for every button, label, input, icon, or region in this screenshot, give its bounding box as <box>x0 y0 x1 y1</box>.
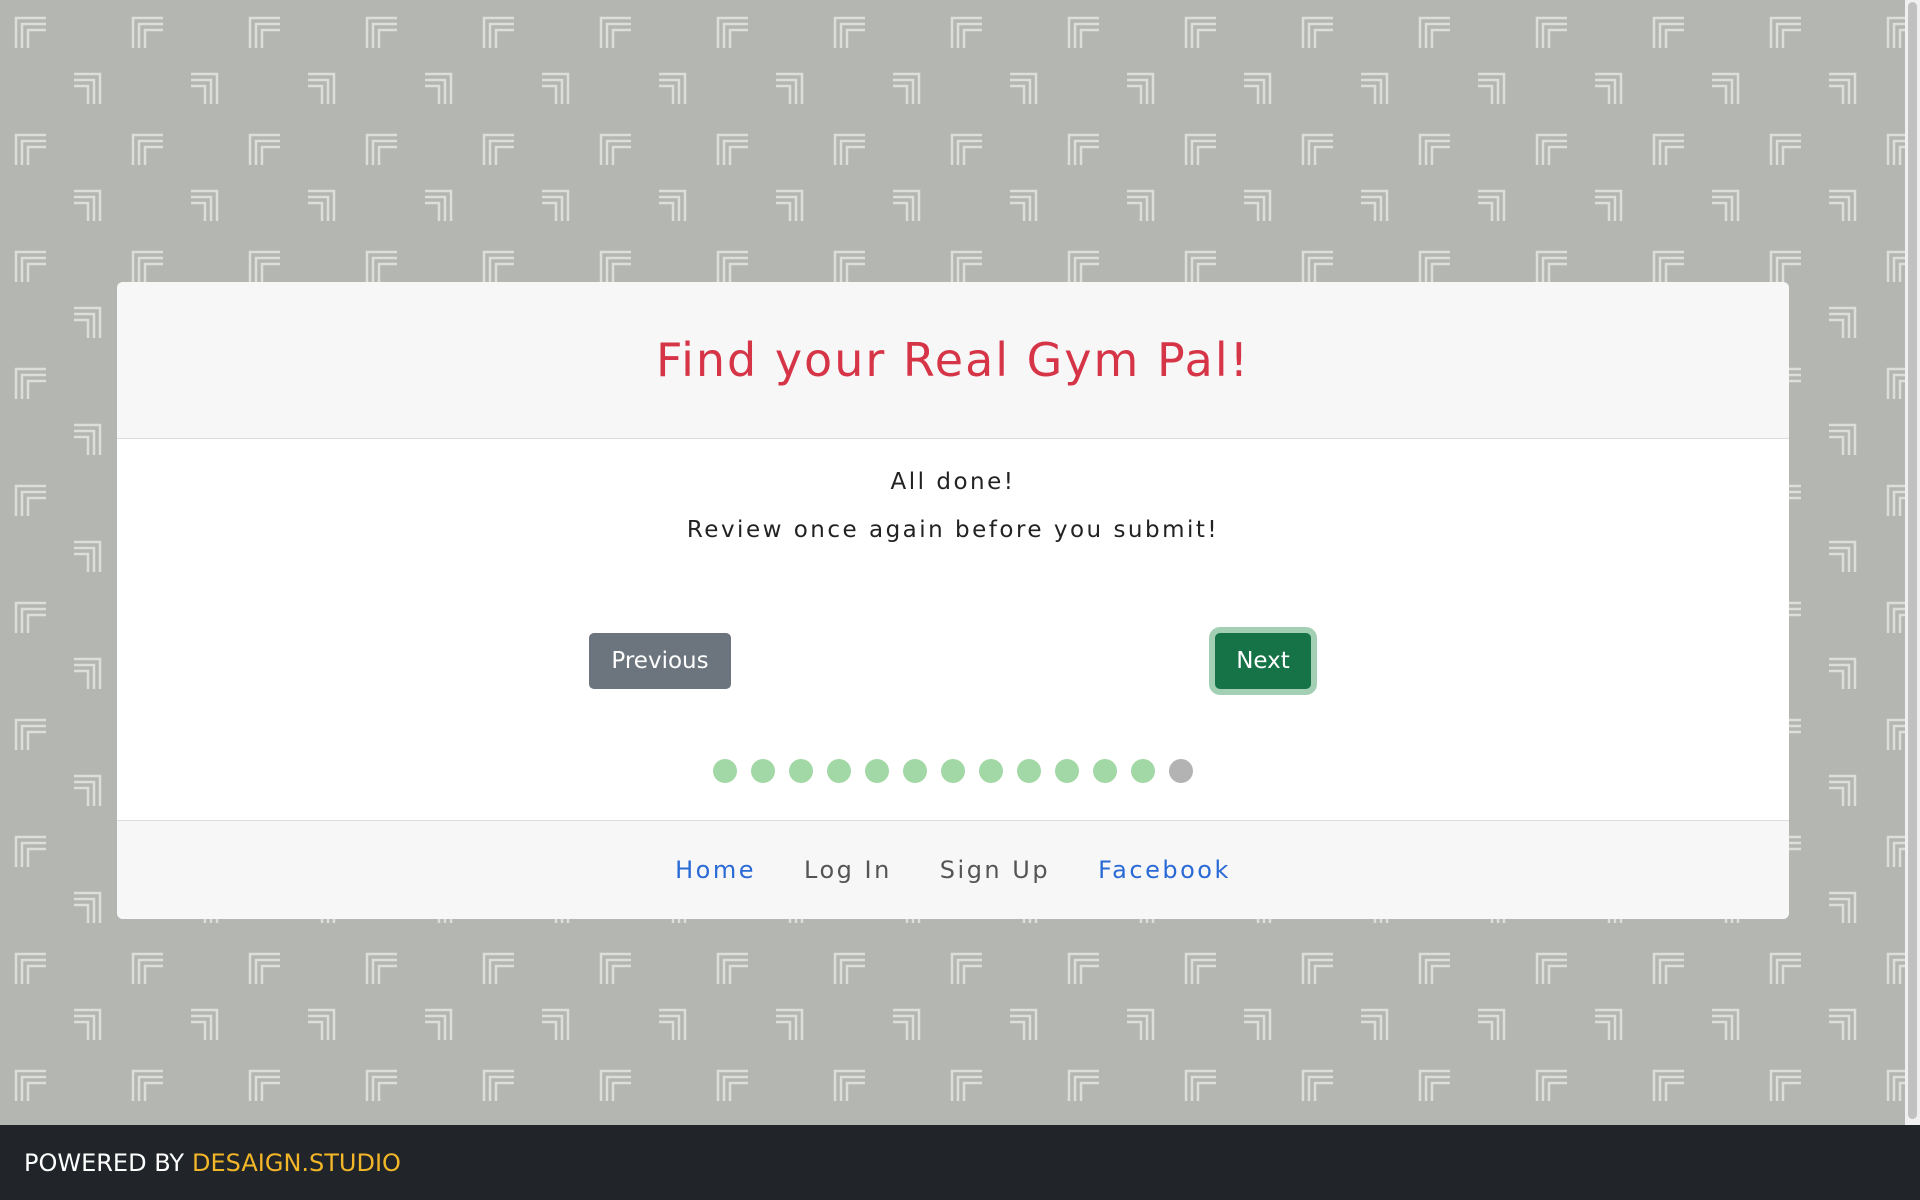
review-message: Review once again before you submit! <box>686 517 1220 543</box>
scrollbar-thumb[interactable] <box>1908 2 1917 1119</box>
card-body: All done! Review once again before you s… <box>117 439 1789 821</box>
step-dot-complete <box>865 759 889 783</box>
completion-message: All done! <box>890 469 1016 495</box>
step-dot-complete <box>827 759 851 783</box>
page-scrollbar[interactable] <box>1905 0 1920 1125</box>
step-dot-complete <box>903 759 927 783</box>
card-footer-nav: Home Log In Sign Up Facebook <box>117 820 1789 919</box>
powered-by-label: POWERED BY <box>24 1148 185 1177</box>
step-dot-complete <box>751 759 775 783</box>
signup-wizard-card: Find your Real Gym Pal! All done! Review… <box>117 282 1789 919</box>
next-button[interactable]: Next <box>1215 633 1311 689</box>
step-progress-dots <box>117 759 1789 783</box>
step-dot-pending <box>1169 759 1193 783</box>
step-dot-complete <box>979 759 1003 783</box>
step-dot-complete <box>789 759 813 783</box>
step-dot-complete <box>1093 759 1117 783</box>
step-dot-complete <box>941 759 965 783</box>
footer-link-facebook[interactable]: Facebook <box>1098 856 1231 884</box>
footer-link-login[interactable]: Log In <box>804 856 892 884</box>
step-dot-complete <box>713 759 737 783</box>
step-dot-complete <box>1055 759 1079 783</box>
step-dot-complete <box>1131 759 1155 783</box>
footer-link-signup[interactable]: Sign Up <box>940 856 1050 884</box>
step-dot-complete <box>1017 759 1041 783</box>
previous-button[interactable]: Previous <box>589 633 731 689</box>
powered-by-bar: POWERED BY DESAIGN.STUDIO <box>0 1125 1920 1200</box>
footer-link-home[interactable]: Home <box>675 856 756 884</box>
page-title: Find your Real Gym Pal! <box>655 333 1251 387</box>
card-header: Find your Real Gym Pal! <box>117 282 1789 439</box>
brand-link[interactable]: DESAIGN.STUDIO <box>192 1149 401 1177</box>
